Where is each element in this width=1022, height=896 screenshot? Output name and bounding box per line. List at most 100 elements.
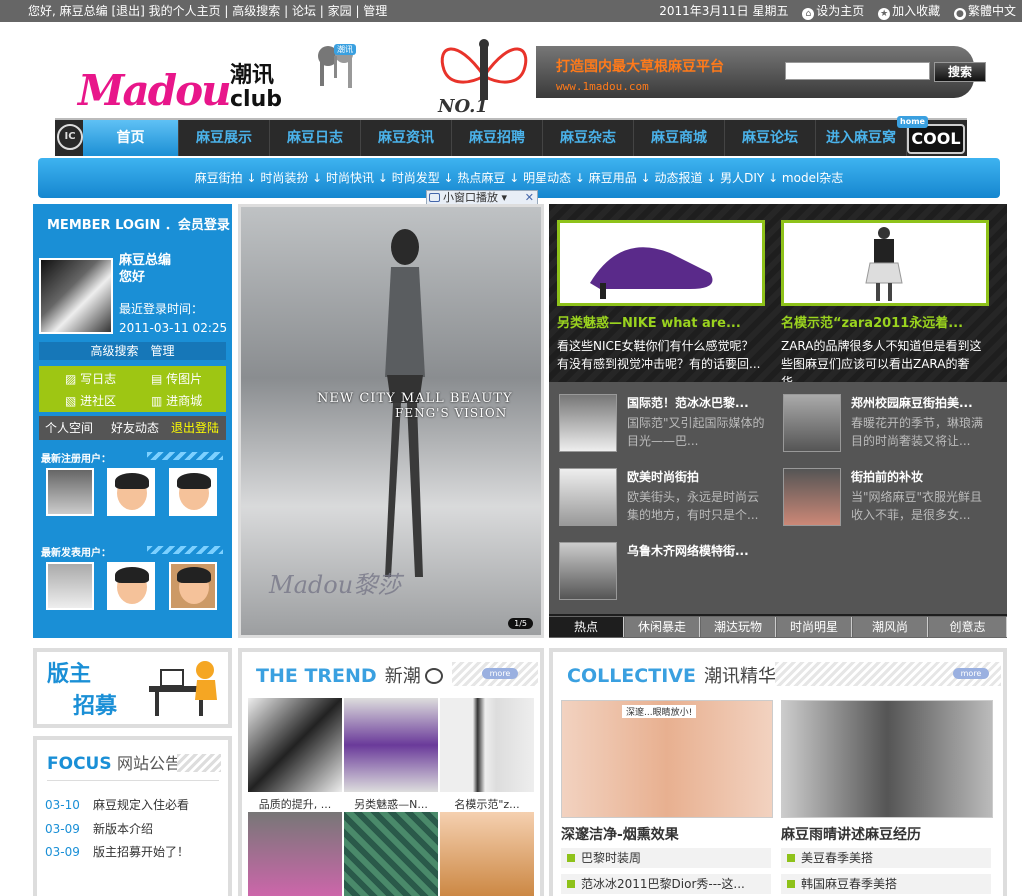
header-stripe [177,754,221,772]
member-login-panel: MEMBER LOGIN ．会员登录 麻豆总编 您好 最近登录时间： 2011-03… [33,204,232,638]
site-logo[interactable]: Madou 潮讯 club 潮讯 [78,44,363,118]
home-icon: ⌂ [802,8,815,20]
trend-image[interactable] [344,812,438,896]
logo-madou: Madou [78,66,232,115]
hero-line-2: FENG'S VISION [395,406,508,420]
list-item[interactable]: 乌鲁木齐网络模特街... [549,542,759,602]
notice-row[interactable]: 03-09 版主招募开始了！ [45,843,189,860]
nav-madou-nest[interactable]: 进入麻豆窝 [816,120,907,156]
tab-hot[interactable]: 热点 [549,617,624,637]
thumb-image [783,394,841,452]
new-user-avatar[interactable] [46,468,94,516]
hero-watermark: Madou黎莎 [269,571,402,599]
search-input[interactable] [785,62,930,80]
nav-madou-mall[interactable]: 麻豆商城 [634,120,725,156]
top-bar: 您好, 麻豆总编 [退出] 我的个人主页 | 高级搜索 | 论坛 | 家园 | … [0,0,1022,22]
new-user-avatar[interactable] [107,468,155,516]
notice-header: FOCUS 网站公告 [47,754,182,774]
tab-trend-toys[interactable]: 潮达玩物 [701,617,776,637]
trend-image[interactable] [248,812,342,896]
trend-caption[interactable]: 名模示范"z... [440,796,534,812]
logo-tag: 潮讯 [334,44,356,55]
collective-sublink[interactable]: 韩国麻豆春季美搭 [781,874,991,894]
tab-casual[interactable]: 休闲暴走 [625,617,700,637]
search-button[interactable]: 搜索 [934,62,986,82]
list-item[interactable]: 郑州校园麻豆街拍美... 春暖花开的季节，琳琅满目的时尚奢装又将让... [773,394,983,454]
enter-community-link[interactable]: ▧ 进社区 [65,392,116,409]
collective-image-makeup[interactable]: 深邃...眼睛放小! [561,700,773,818]
nav-madou-jobs[interactable]: 麻豆招聘 [452,120,543,156]
trend-image[interactable] [440,812,534,896]
write-blog-link[interactable]: ▨ 写日志 [65,370,116,387]
desk-illustration-icon [149,661,217,716]
hero-slideshow[interactable]: NEW CITY MALL BEAUTY FENG'S VISION Madou… [238,204,544,638]
admin-links[interactable]: 高级搜索 管理 [39,342,226,360]
collective-image-model[interactable] [781,700,993,818]
user-avatar[interactable] [39,258,113,334]
moderator-recruit-banner[interactable]: 版主 招募 [33,648,232,728]
trend-image-model[interactable] [440,698,534,792]
collective-sublink[interactable]: 美豆春季美搭 [781,848,991,868]
slide-pager[interactable]: 1/5 [508,618,533,629]
notice-row[interactable]: 03-10 麻豆规定入住必看 [45,796,189,813]
tab-style[interactable]: 潮风尚 [853,617,928,637]
collective-caption[interactable]: 麻豆雨晴讲述麻豆经历 [781,824,921,844]
collective-more-button[interactable]: more [953,668,989,679]
nav-madou-news[interactable]: 麻豆资讯 [361,120,452,156]
set-home-link[interactable]: ⌂ 设为主页 [802,4,864,20]
logo-chaoxun: 潮讯 club [230,63,282,112]
divider-stripe [147,546,223,554]
main-nav: IC 首页 麻豆展示 麻豆日志 麻豆资讯 麻豆招聘 麻豆杂志 麻豆商城 麻豆论坛… [55,116,967,156]
site-notice: FOCUS 网站公告 03-10 麻豆规定入住必看 03-09 新版本介绍 03-0… [33,736,232,896]
add-favorite-link[interactable]: ★ 加入收藏 [878,4,940,20]
list-item[interactable]: 街拍前的补妆 当"网络麻豆"衣服光鲜且收入不菲，是很多女... [773,468,983,528]
traditional-chinese-link[interactable]: ● 繁體中文 [953,4,1016,20]
quick-actions: ▨ 写日志 ▤ 传图片 ▧ 进社区 ▥ 进商城 [39,366,226,412]
star-icon: ★ [878,8,891,20]
list-item[interactable]: 国际范！范冰冰巴黎... 国际范"又引起国际媒体的目光——巴... [549,394,765,454]
feature-card[interactable]: 名模示范“zara2011永远着... ZARA的品牌很多人不知道但是看到这些图… [781,220,989,391]
new-posters-label: 最新发表用户： [41,548,111,559]
hot-panel: 另类魅惑—NIKE what are... 看这些NICE女鞋你们有什么感觉呢？… [549,204,1007,638]
trend-caption[interactable]: 品质的提升, ... [248,796,342,812]
trend-caption[interactable]: 另类魅惑—N... [344,796,438,812]
chat-bubble-icon [424,668,443,684]
user-links[interactable]: 您好, 麻豆总编 [退出] 我的个人主页 | 高级搜索 | 论坛 | 家园 | … [28,0,387,22]
tab-stars[interactable]: 时尚明星 [777,617,852,637]
tab-creative[interactable]: 创意志 [929,617,1007,637]
thumb-image [559,394,617,452]
nav-madou-forum[interactable]: 麻豆论坛 [725,120,816,156]
list-item[interactable]: 欧美时尚街拍 欧美街头，永远是时尚云集的地方，有时只是个... [549,468,759,528]
feature-title[interactable]: 名模示范“zara2011永远着... [781,312,989,331]
nav-home[interactable]: 首页 [83,120,179,156]
upload-photo-link[interactable]: ▤ 传图片 [151,370,202,387]
nav-madou-blog[interactable]: 麻豆日志 [270,120,361,156]
personal-space-link[interactable]: 个人空间 [45,416,93,440]
enter-mall-link[interactable]: ▥ 进商城 [151,392,202,409]
nav-madou-magazine[interactable]: 麻豆杂志 [543,120,634,156]
feature-card[interactable]: 另类魅惑—NIKE what are... 看这些NICE女鞋你们有什么感觉呢？… [557,220,765,373]
cool-home-badge[interactable]: COOL home [897,116,965,154]
trend-more-button[interactable]: more [482,668,518,679]
recruit-text-1: 版主 [47,661,92,687]
poster-avatar[interactable] [46,562,94,610]
new-user-avatar[interactable] [169,468,217,516]
collective-sublink[interactable]: 巴黎时装周 [561,848,771,868]
trend-image-shoe[interactable] [344,698,438,792]
tv-icon [429,193,440,202]
collective-caption[interactable]: 深邃洁净-烟熏效果 [561,824,679,844]
logout-link[interactable]: 退出登陆 [171,416,219,440]
poster-avatar[interactable] [107,562,155,610]
trend-image-jacket[interactable] [248,698,342,792]
ic-emblem-icon: IC [57,124,83,150]
hot-list: 国际范！范冰冰巴黎... 国际范"又引起国际媒体的目光——巴... 郑州校园麻豆街… [549,382,1007,614]
close-icon[interactable]: ✕ [525,191,534,205]
user-name: 麻豆总编 您好 [119,253,172,285]
feature-title[interactable]: 另类魅惑—NIKE what are... [557,312,765,331]
nav-madou-show[interactable]: 麻豆展示 [179,120,270,156]
date-label: 2011年3月11日 星期五 [659,4,789,18]
poster-avatar[interactable] [169,562,217,610]
notice-row[interactable]: 03-09 新版本介绍 [45,820,153,837]
friend-feed-link[interactable]: 好友动态 [111,416,159,440]
collective-sublink[interactable]: 范冰冰2011巴黎Dior秀---这... [561,874,771,894]
